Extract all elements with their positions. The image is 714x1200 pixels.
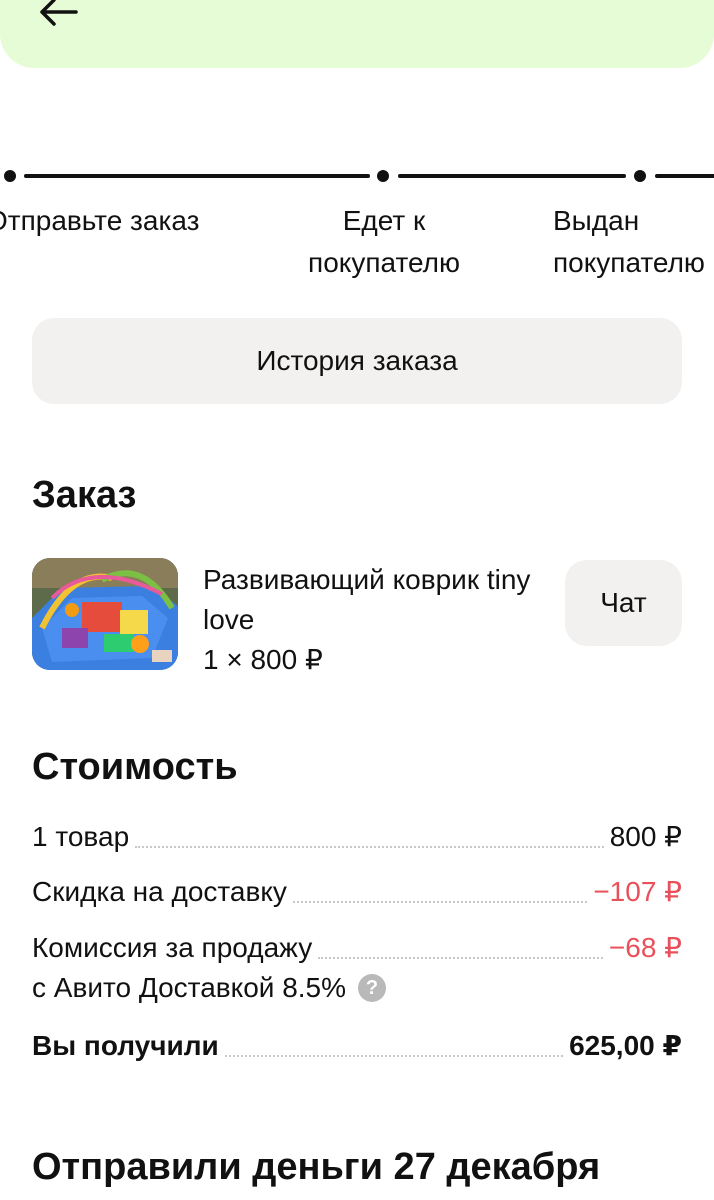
help-icon[interactable]: ?	[358, 974, 387, 1002]
commission-line2: с Авито Доставкой 8.5% ?	[32, 968, 387, 1008]
commission-detail: с Авито Доставкой 8.5%	[32, 972, 347, 1003]
cost-label: Комиссия за продажу	[32, 932, 313, 963]
step-line	[24, 174, 370, 178]
total-value: 625,00 ₽	[569, 1030, 682, 1061]
step-line	[655, 174, 714, 178]
step-label-send: Отправьте заказ	[0, 205, 200, 236]
step-label-delivered: Выдан покупателю	[553, 205, 705, 278]
cost-label: 1 товар	[32, 821, 130, 852]
dotted-leader	[135, 846, 604, 848]
step-dot	[377, 170, 389, 182]
arrow-left-icon	[40, 0, 78, 26]
total-label: Вы получили	[32, 1030, 219, 1061]
dotted-leader	[292, 901, 588, 903]
cost-label: Скидка на доставку	[32, 876, 287, 907]
cost-value: −107 ₽	[593, 876, 682, 907]
step-line	[398, 174, 626, 178]
chat-button[interactable]: Чат	[565, 560, 682, 646]
back-button[interactable]	[36, 0, 80, 30]
status-banner	[0, 0, 714, 68]
step-dot	[634, 170, 646, 182]
step-dot	[4, 170, 16, 182]
order-heading: Заказ	[32, 474, 137, 516]
cost-row-total: Вы получили 625,00 ₽	[32, 1027, 682, 1065]
payout-heading: Отправили деньги 27 декабря	[32, 1146, 601, 1188]
cost-row-items: 1 товар 800 ₽	[32, 818, 682, 856]
cost-heading: Стоимость	[32, 746, 238, 788]
cost-value: 800 ₽	[609, 821, 682, 852]
cost-row-delivery-discount: Скидка на доставку −107 ₽	[32, 873, 682, 911]
dotted-leader	[318, 957, 603, 959]
order-progress-tracker: Отправьте заказ Едет к покупателю Выдан …	[0, 166, 714, 286]
order-history-button[interactable]: История заказа	[32, 318, 682, 404]
product-title[interactable]: Развивающий коврик tiny love	[203, 560, 543, 640]
cost-value: −68 ₽	[608, 932, 682, 963]
dotted-leader	[224, 1055, 564, 1057]
product-quantity-price: 1 × 800 ₽	[203, 644, 323, 675]
product-thumbnail[interactable]	[32, 558, 178, 670]
cost-row-commission: Комиссия за продажу −68 ₽	[32, 929, 682, 967]
play-mat-image	[32, 558, 178, 670]
step-label-in-transit: Едет к покупателю	[308, 205, 460, 278]
